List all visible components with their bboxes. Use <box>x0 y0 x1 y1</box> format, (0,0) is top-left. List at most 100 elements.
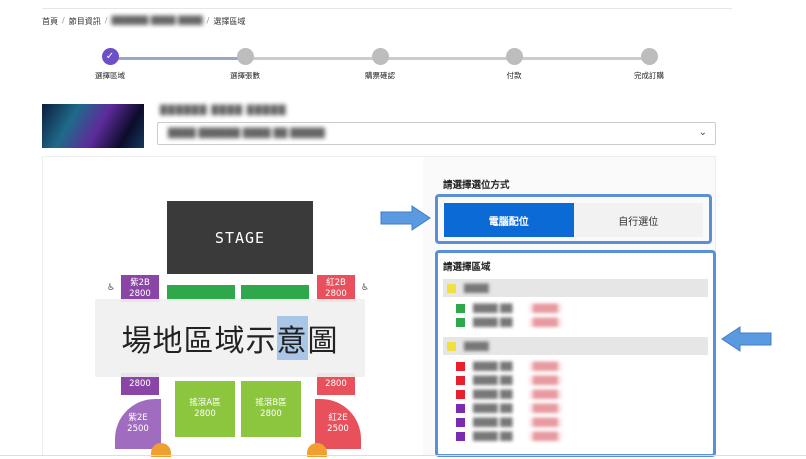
step-dot <box>640 48 658 65</box>
area-row[interactable]: ████ ██ ████ <box>443 373 708 387</box>
area-list: 請選擇區域 ████ ████ ██ ████ ████ ██ ████ ████ ████… <box>435 250 716 457</box>
area-name: 紫2E <box>128 413 148 424</box>
area-title: 請選擇區域 <box>443 262 491 273</box>
method-title: 請選擇選位方式 <box>443 180 510 191</box>
step-5: 完成訂購 <box>619 48 679 81</box>
breadcrumb-current: 選擇區域 <box>213 17 246 26</box>
group-label: ████ <box>464 283 489 293</box>
session-select[interactable]: ████ ██████ ████ ██ █████ ⌄ <box>157 122 716 145</box>
area-row-name: ████ ██ <box>473 375 513 385</box>
area-rock-b[interactable]: 搖滾B區 2800 <box>241 381 301 437</box>
step-label: 完成訂購 <box>634 71 664 80</box>
area-row-name: ████ ██ <box>473 417 513 427</box>
breadcrumb-separator: / <box>206 16 210 25</box>
self-select-button[interactable]: 自行選位 <box>573 203 703 237</box>
step-label: 購票確認 <box>365 71 395 80</box>
area-price: 2800 <box>194 409 216 419</box>
breadcrumb-separator: / <box>104 16 108 25</box>
top-divider <box>42 8 732 9</box>
area-name: 搖滾B區 <box>255 398 287 409</box>
area-row-price: ████ <box>529 317 562 327</box>
breadcrumb: 首頁 / 節目資訊 / ██████ ████ ████ / 選擇區域 <box>42 16 245 27</box>
area-row-price: ████ <box>529 303 562 313</box>
area-price: 2800 <box>129 288 151 299</box>
group-label: ████ <box>464 341 489 351</box>
step-label: 付款 <box>506 71 522 80</box>
selection-panel: STAGE 紫2B 2800 紅2B 2800 ♿ ♿ 2800 2800 搖滾… <box>42 156 716 457</box>
area-row-name: ████ ██ <box>473 361 513 371</box>
area-color-swatch <box>456 431 465 441</box>
area-name: 紅2B <box>326 277 346 288</box>
area-row-name: ████ ██ <box>473 431 513 441</box>
stage: STAGE <box>167 201 313 274</box>
event-title: ██████ ████ █████ <box>160 106 287 116</box>
area-row[interactable]: ████ ██ ████ <box>443 315 708 329</box>
step-2: 選擇張數 <box>215 48 275 81</box>
area-row-name: ████ ██ <box>473 317 513 327</box>
check-icon: ✓ <box>101 48 119 65</box>
breadcrumb-home[interactable]: 首頁 <box>42 16 58 27</box>
area-row-name: ████ ██ <box>473 403 513 413</box>
step-dot <box>371 48 389 65</box>
session-select-value: ████ ██████ ████ ██ █████ <box>168 128 325 139</box>
step-3: 購票確認 <box>350 48 410 81</box>
area-price: 2800 <box>129 378 151 389</box>
caption-highlight: 意 <box>276 316 308 360</box>
area-row-price: ████ <box>529 417 562 427</box>
seat-map: STAGE 紫2B 2800 紅2B 2800 ♿ ♿ 2800 2800 搖滾… <box>43 157 423 457</box>
area-row-price: ████ <box>529 375 562 385</box>
area-row[interactable]: ████ ██ ████ <box>443 301 708 315</box>
bottom-divider <box>0 455 806 456</box>
area-color-swatch <box>456 417 465 427</box>
area-red-2e[interactable]: 紅2E 2500 <box>315 399 361 449</box>
caption-suffix: 圖 <box>307 324 339 359</box>
group-color-swatch <box>447 283 456 293</box>
area-rock-a[interactable]: 搖滾A區 2800 <box>175 381 235 437</box>
breadcrumb-separator: / <box>62 16 65 25</box>
area-price: 2500 <box>327 424 349 434</box>
step-label: 選擇區域 <box>95 71 125 80</box>
caption-prefix: 場地區域示 <box>121 324 277 359</box>
area-row-price: ████ <box>529 403 562 413</box>
group-color-swatch <box>447 341 456 351</box>
area-red-2b[interactable]: 紅2B 2800 <box>317 275 355 302</box>
area-color-swatch <box>456 389 465 399</box>
area-row[interactable]: ████ ██ ████ <box>443 401 708 415</box>
step-dot <box>505 48 523 65</box>
progress-steps: ✓ 選擇區域 選擇張數 購票確認 付款 完成訂購 <box>90 44 670 84</box>
chevron-down-icon: ⌄ <box>698 127 707 138</box>
area-group-header[interactable]: ████ <box>443 337 708 355</box>
breadcrumb-programs[interactable]: 節目資訊 <box>69 16 101 27</box>
breadcrumb-event[interactable]: ██████ ████ ████ <box>111 16 202 27</box>
area-price: 2800 <box>325 288 347 299</box>
area-purple-2e[interactable]: 紫2E 2500 <box>115 399 161 449</box>
arrow-right-icon <box>380 205 431 231</box>
area-price: 2500 <box>127 424 149 434</box>
area-name: 紅2E <box>328 413 348 424</box>
area-row[interactable]: ████ ██ ████ <box>443 359 708 373</box>
method-selector: 電腦配位 自行選位 <box>435 194 712 244</box>
area-purple-2b[interactable]: 紫2B 2800 <box>121 275 159 302</box>
area-row[interactable]: ████ ██ ████ <box>443 415 708 429</box>
seat-map-caption: 場地區域示意圖 <box>95 299 365 377</box>
step-label: 選擇張數 <box>230 71 260 80</box>
step-4: 付款 <box>484 48 544 81</box>
area-row[interactable]: ████ ██ ████ <box>443 387 708 401</box>
area-color-swatch <box>456 361 465 371</box>
area-color-swatch <box>456 317 465 327</box>
area-color-swatch <box>456 375 465 385</box>
area-group-header[interactable]: ████ <box>443 279 708 297</box>
computer-assign-button[interactable]: 電腦配位 <box>444 203 574 237</box>
area-color-swatch <box>456 403 465 413</box>
area-row-price: ████ <box>529 389 562 399</box>
step-dot <box>236 48 254 65</box>
area-row-name: ████ ██ <box>473 303 513 313</box>
area-price: 2800 <box>260 409 282 419</box>
area-row[interactable]: ████ ██ ████ <box>443 429 708 443</box>
area-row-price: ████ <box>529 361 562 371</box>
area-price: 2800 <box>325 378 347 389</box>
event-thumbnail <box>42 104 144 148</box>
area-row-price: ████ <box>529 431 562 441</box>
